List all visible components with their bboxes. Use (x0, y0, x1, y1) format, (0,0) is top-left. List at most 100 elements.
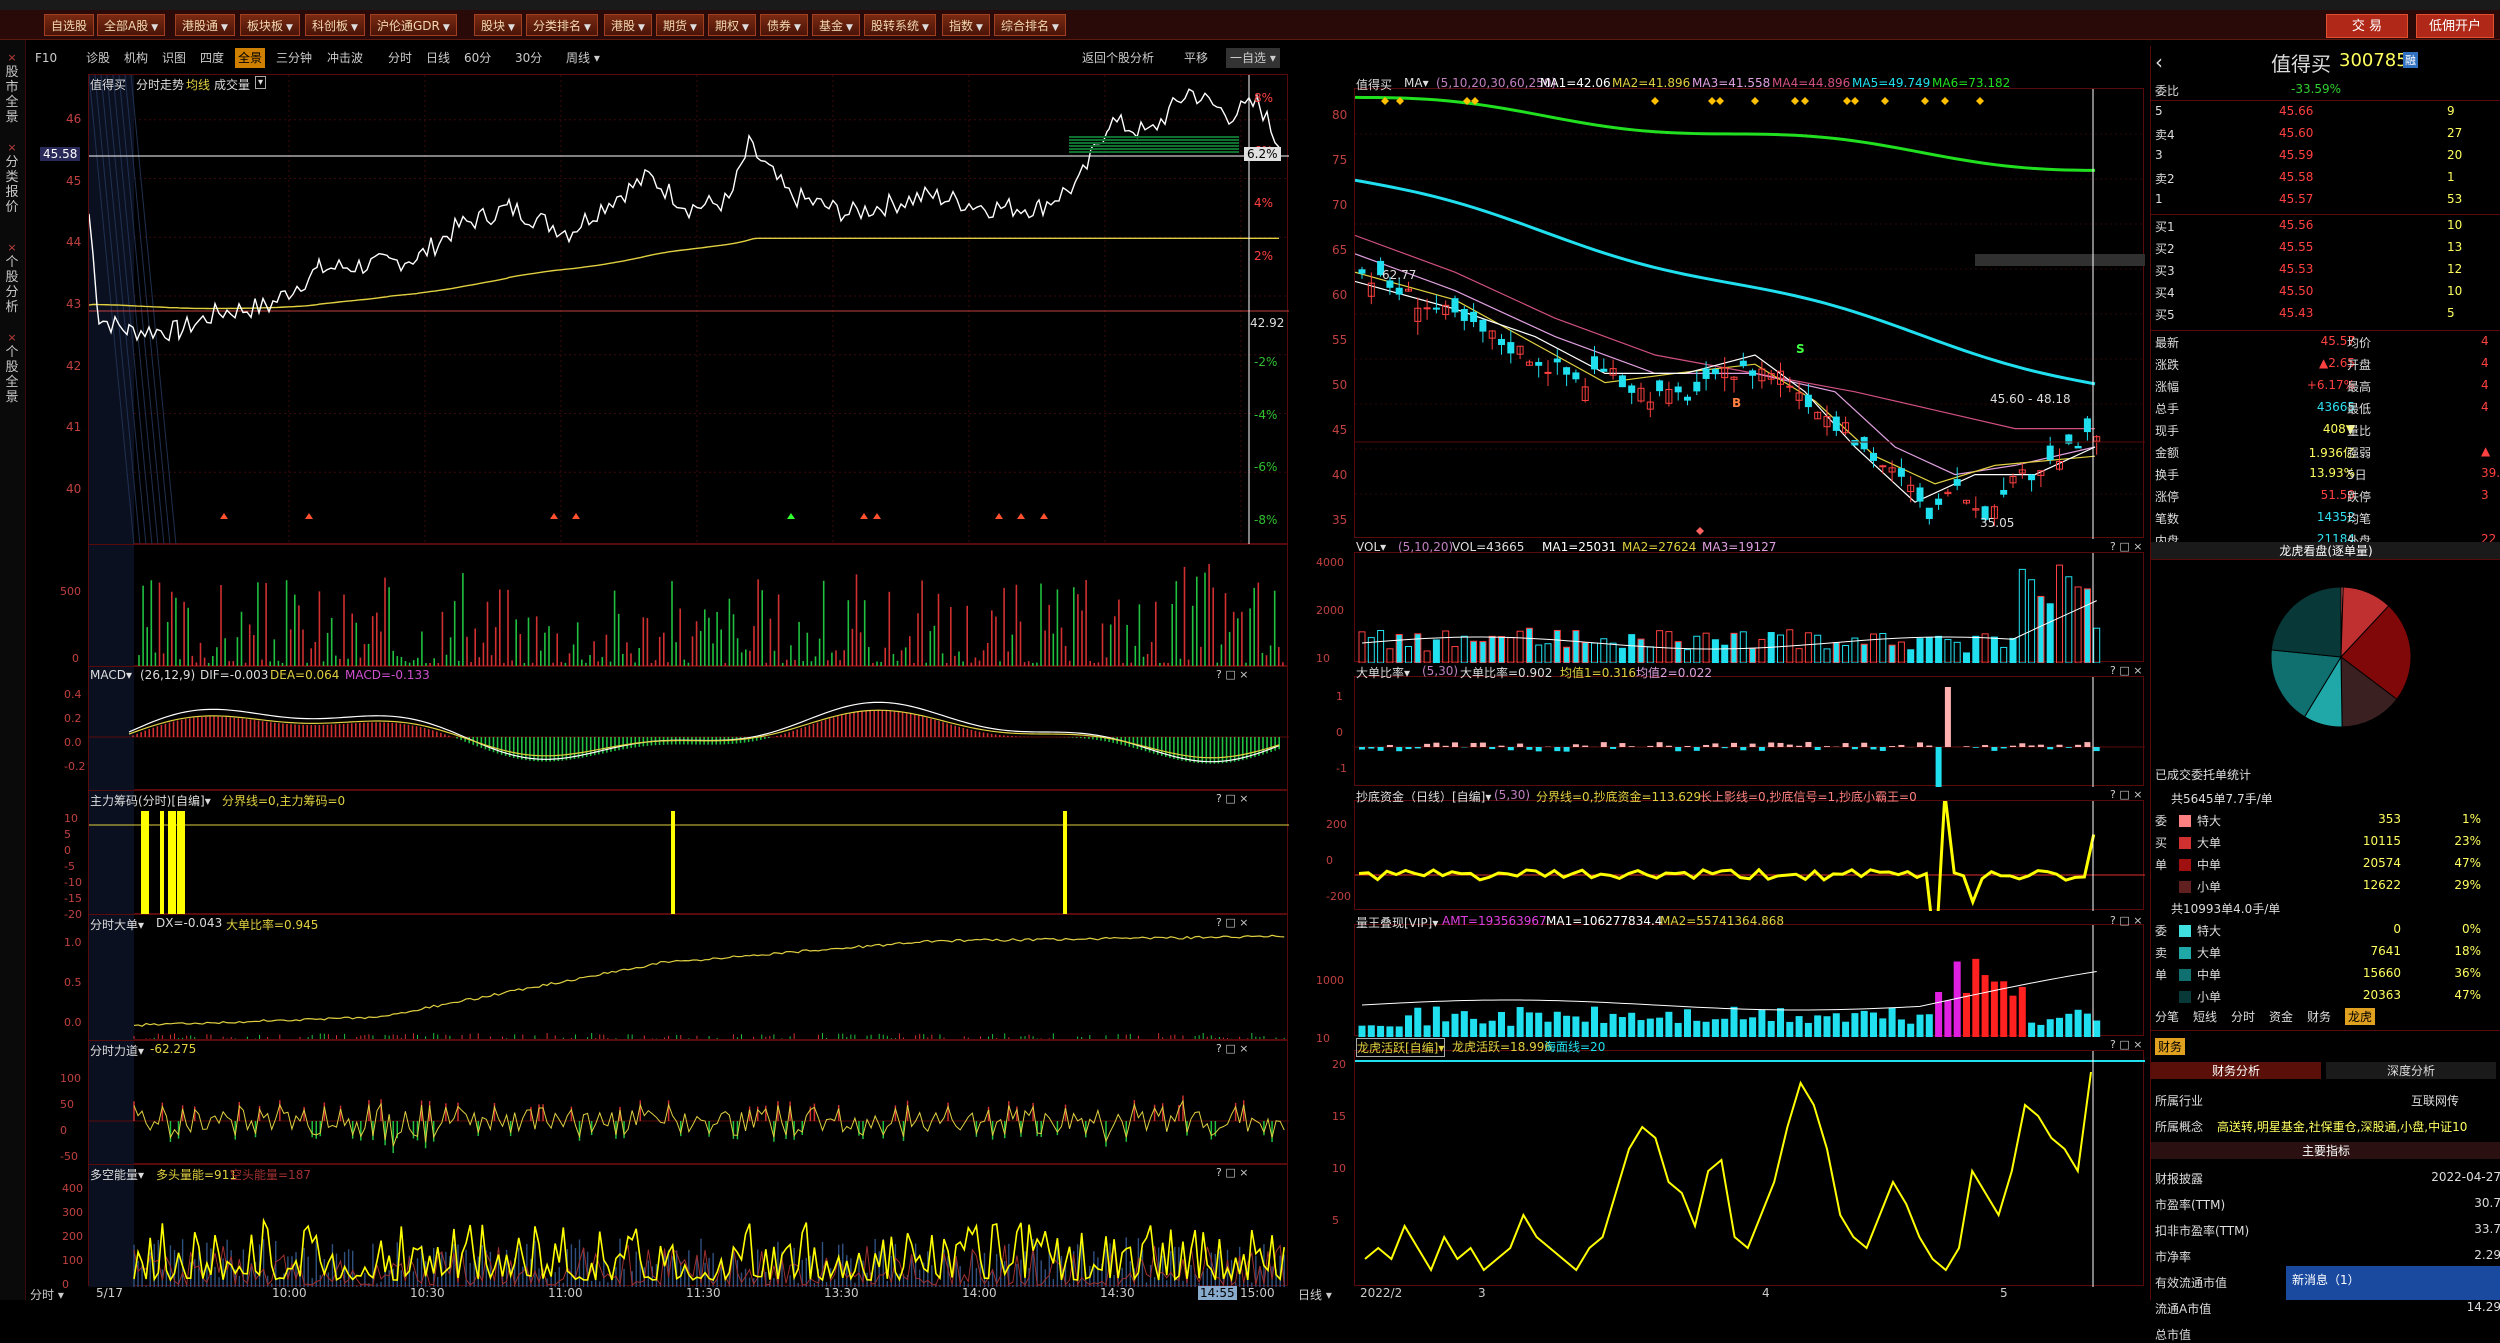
menu-item-1[interactable]: 全部A股▼ (97, 14, 165, 36)
sell-row-count: 0 (2341, 922, 2401, 936)
chip-bar (177, 811, 181, 915)
menu-item-label: 自选股 (51, 19, 87, 33)
back-to-analysis-button[interactable]: 返回个股分析 (1082, 48, 1154, 68)
buy-row-count: 20574 (2341, 856, 2401, 870)
news-popup[interactable]: 新消息（1） (2286, 1266, 2500, 1300)
period-tab-0[interactable]: 分时 (385, 48, 415, 68)
ddbl-pane[interactable] (1354, 676, 2144, 786)
menu-item-8[interactable]: 港股▼ (604, 14, 652, 36)
amount-bar (1564, 1016, 1570, 1037)
dvol-tick: 10 (1316, 652, 1330, 665)
menu-item-12[interactable]: 基金▼ (812, 14, 860, 36)
menu-item-6[interactable]: 股块▼ (474, 14, 522, 36)
amount-bar (1378, 1026, 1384, 1037)
buy-marker: B (1732, 396, 1741, 410)
ask-price: 45.57 (2279, 192, 2313, 206)
pct-tick: 2% (1254, 249, 1273, 263)
menu-item-15[interactable]: 综合排名▼ (994, 14, 1066, 36)
watchlist-dropdown[interactable]: 一自选 ▾ (1226, 48, 1280, 68)
quote-tab-5[interactable]: 龙虎 (2345, 1008, 2375, 1025)
menu-item-13[interactable]: 股转系统▼ (864, 14, 936, 36)
candle-body (2029, 475, 2035, 480)
menu-item-4[interactable]: 科创板▼ (305, 14, 365, 36)
close-icon[interactable]: × (2, 140, 22, 155)
volume-bar (2047, 604, 2053, 663)
daily-tick: 40 (1332, 468, 1347, 482)
pan-button[interactable]: 平移 (1184, 48, 1208, 68)
menu-item-5[interactable]: 沪伦通GDR▼ (370, 14, 457, 36)
volume-bar (1740, 632, 1746, 663)
cdzj-pane[interactable] (1354, 800, 2144, 910)
menu-item-0[interactable]: 自选股 (44, 14, 94, 36)
lhhy-pane[interactable] (1354, 1050, 2144, 1286)
volume-bar (1564, 647, 1570, 663)
quote-tab-1[interactable]: 短线 (2193, 1008, 2217, 1025)
intraday-volume-pane[interactable] (88, 544, 1288, 666)
quote-tab-4[interactable]: 财务 (2307, 1008, 2331, 1025)
ma3-value: MA3=41.558 (1692, 76, 1770, 90)
lwdx-pane[interactable] (1354, 924, 2144, 1036)
volume-bar (1424, 651, 1430, 663)
toolbar-item-1[interactable]: 诊股 (83, 48, 113, 68)
close-icon[interactable]: × (2, 330, 22, 345)
macd-pane[interactable] (88, 666, 1288, 790)
menu-item-3[interactable]: 板块板▼ (240, 14, 300, 36)
amount-bar (1787, 1022, 1793, 1037)
left-tab-0[interactable]: ×股 市 全 景 (2, 50, 22, 125)
toolbar-item-2[interactable]: 机构 (121, 48, 151, 68)
open-account-button[interactable]: 低佣开户 (2416, 14, 2494, 38)
intraday-price-pane[interactable] (88, 74, 1288, 544)
ratio-bar (2010, 746, 2016, 747)
toolbar-item-5[interactable]: 全景 (235, 48, 265, 68)
chip-bar (172, 811, 176, 915)
period-tab-2[interactable]: 60分 (461, 48, 494, 68)
sell-row-label: 大单 (2197, 944, 2221, 961)
stat-value: 408▼ (2255, 422, 2355, 436)
signal-marker (1040, 513, 1048, 519)
bid-label: 买3 (2155, 262, 2175, 279)
toolbar-item-0[interactable]: F10 (32, 48, 60, 68)
stat-label2: 均笔 (2347, 510, 2371, 527)
toolbar-item-7[interactable]: 冲击波 (324, 48, 366, 68)
ratio-bar (1824, 746, 1830, 747)
menu-item-2[interactable]: 港股通▼ (175, 14, 235, 36)
legend-volume: 成交量 (214, 76, 250, 93)
volume-bar (1629, 635, 1635, 663)
menu-item-7[interactable]: 分类排名▼ (526, 14, 598, 36)
amount-bar (1852, 1014, 1858, 1037)
quote-tab-0[interactable]: 分笔 (2155, 1008, 2179, 1025)
ratio-bar (1508, 747, 1514, 750)
period-tab-4[interactable]: 周线 ▾ (563, 48, 603, 68)
close-icon[interactable]: × (2, 240, 22, 255)
chevron-down-icon: ▼ (638, 23, 645, 33)
menu-item-11[interactable]: 债券▼ (760, 14, 808, 36)
toolbar-item-3[interactable]: 识图 (159, 48, 189, 68)
dkn-text2: 空头能量=187 (230, 1166, 311, 1183)
close-icon[interactable]: × (2, 50, 22, 65)
amount-bar (1954, 962, 1960, 1037)
quote-tab-2[interactable]: 分时 (2231, 1008, 2255, 1025)
stat-value: +6.17% (2255, 378, 2355, 392)
daily-kline-pane[interactable] (1354, 88, 2144, 538)
trade-button[interactable]: 交 易 (2326, 14, 2408, 38)
left-tab-2[interactable]: ×个 股 分 析 (2, 240, 22, 315)
period-tab-1[interactable]: 日线 (423, 48, 453, 68)
amount-bar (1545, 1022, 1551, 1037)
fsld-pane[interactable] (88, 1040, 1288, 1164)
stat-label: 涨跌 (2155, 356, 2179, 373)
left-tab-3[interactable]: ×个 股 全 景 (2, 330, 22, 405)
cdzj-tick: 200 (1326, 818, 1347, 831)
menu-item-label: 板块板 (247, 19, 283, 33)
quote-tab-3[interactable]: 资金 (2269, 1008, 2293, 1025)
menu-item-10[interactable]: 期权▼ (708, 14, 756, 36)
bid-volume: 5 (2447, 306, 2455, 320)
menu-item-14[interactable]: 指数▼ (942, 14, 990, 36)
candle-body (1712, 370, 1718, 374)
toolbar-item-6[interactable]: 三分钟 (273, 48, 315, 68)
toolbar-item-4[interactable]: 四度 (197, 48, 227, 68)
left-tab-1[interactable]: ×分 类 报 价 (2, 140, 22, 215)
menu-item-9[interactable]: 期货▼ (656, 14, 704, 36)
period-tab-3[interactable]: 30分 (512, 48, 545, 68)
legend-avg: 均线 (186, 76, 210, 93)
daily-volume-pane[interactable] (1354, 552, 2144, 662)
